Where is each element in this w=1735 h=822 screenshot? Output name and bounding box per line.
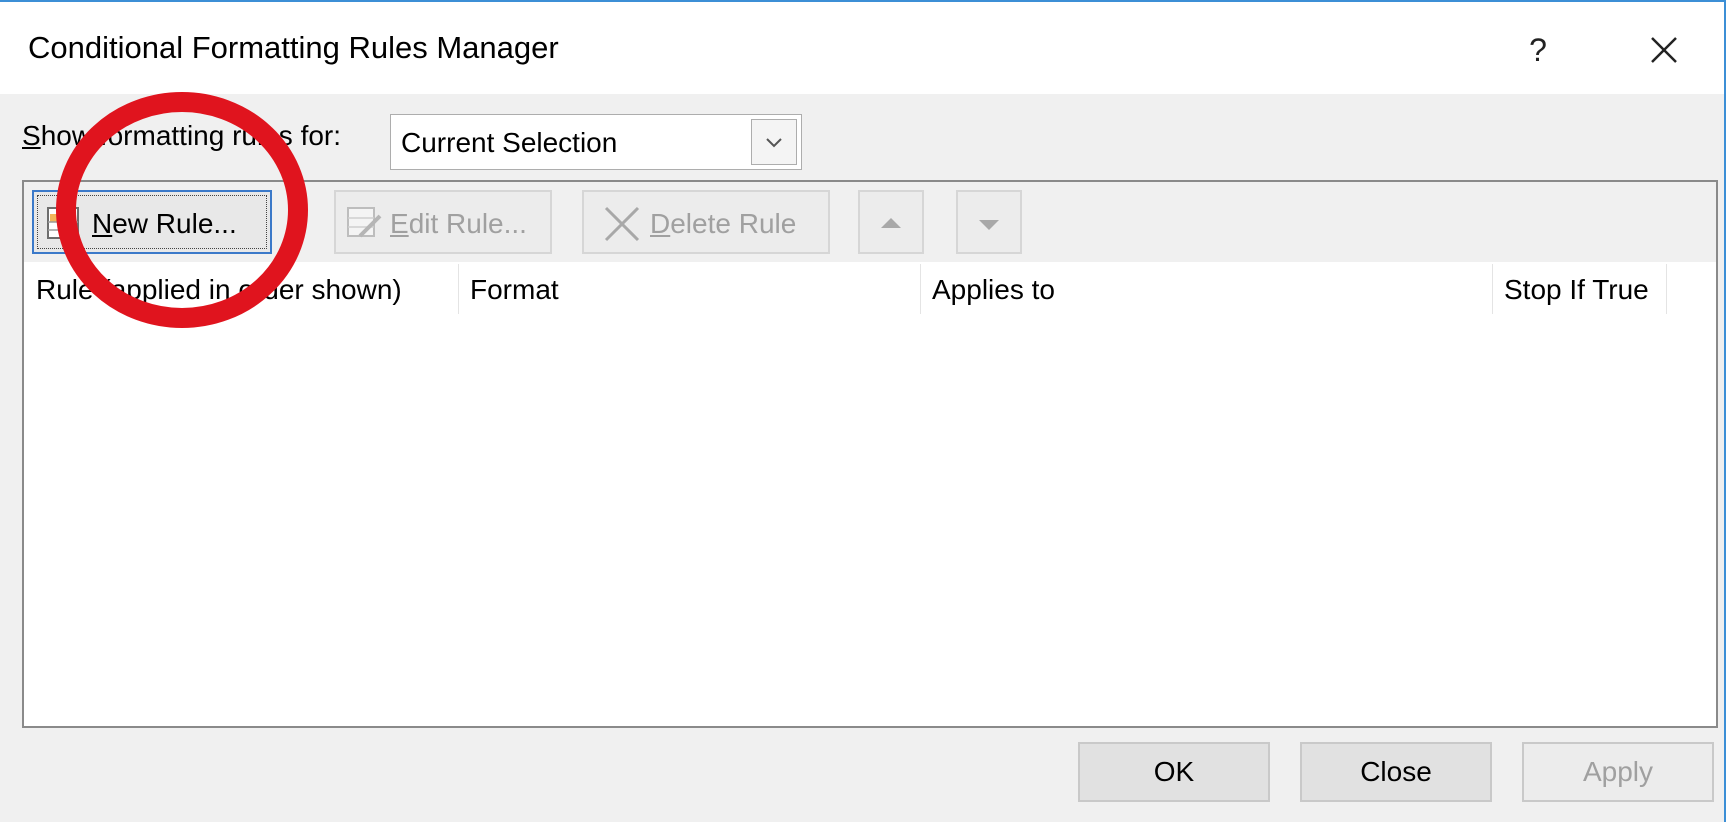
edit-rule-label: Edit Rule... [390, 208, 527, 240]
chevron-down-icon [766, 138, 782, 148]
column-divider[interactable] [920, 264, 921, 314]
close-icon [1651, 37, 1677, 63]
scope-label: Show formatting rules for: [22, 120, 341, 152]
dropdown-arrow-button[interactable] [751, 119, 797, 165]
move-up-button[interactable] [858, 190, 924, 254]
rules-list[interactable] [24, 318, 1716, 726]
close-button[interactable]: Close [1300, 742, 1492, 802]
close-window-button[interactable] [1636, 22, 1692, 78]
scope-dropdown[interactable]: Current Selection [390, 114, 802, 170]
delete-rule-accel: D [650, 208, 671, 239]
help-button[interactable]: ? [1510, 22, 1566, 78]
conditional-formatting-dialog: Conditional Formatting Rules Manager ? S… [0, 0, 1726, 822]
delete-rule-label: Delete Rule [650, 208, 796, 240]
scope-label-accel: S [22, 120, 41, 151]
rules-panel: New Rule... Edit Rule... Delete Rule Rul… [22, 180, 1718, 728]
new-rule-accel: N [92, 208, 113, 239]
ok-button[interactable]: OK [1078, 742, 1270, 802]
delete-rule-button[interactable]: Delete Rule [582, 190, 830, 254]
column-header-rule[interactable]: Rule (applied in order shown) [36, 274, 402, 306]
column-divider[interactable] [1492, 264, 1493, 314]
edit-rule-button[interactable]: Edit Rule... [334, 190, 552, 254]
triangle-up-icon [881, 218, 901, 228]
new-rule-text: ew Rule... [112, 208, 237, 239]
column-header-applies-to[interactable]: Applies to [932, 274, 1055, 306]
edit-rule-text: dit Rule... [408, 208, 527, 239]
rules-toolbar: New Rule... Edit Rule... Delete Rule [24, 182, 1716, 263]
rules-column-headers: Rule (applied in order shown) Format App… [24, 262, 1716, 318]
delete-rule-text: elete Rule [670, 208, 797, 239]
apply-button[interactable]: Apply [1522, 742, 1714, 802]
dialog-title: Conditional Formatting Rules Manager [28, 30, 559, 65]
triangle-down-icon [979, 220, 999, 230]
new-rule-label: New Rule... [92, 208, 237, 240]
delete-x-icon [604, 206, 640, 242]
scope-label-text: how formatting rules for: [40, 120, 342, 151]
scope-dropdown-value: Current Selection [401, 127, 618, 158]
move-down-button[interactable] [956, 190, 1022, 254]
new-rule-button[interactable]: New Rule... [32, 190, 272, 254]
column-divider[interactable] [458, 264, 459, 314]
edit-rule-icon [347, 207, 382, 238]
column-header-stop-if-true[interactable]: Stop If True [1504, 274, 1649, 306]
column-header-format[interactable]: Format [470, 274, 559, 306]
new-rule-icon [47, 207, 79, 239]
title-bar: Conditional Formatting Rules Manager ? [0, 2, 1724, 94]
column-divider[interactable] [1666, 264, 1667, 314]
edit-rule-accel: E [390, 208, 409, 239]
